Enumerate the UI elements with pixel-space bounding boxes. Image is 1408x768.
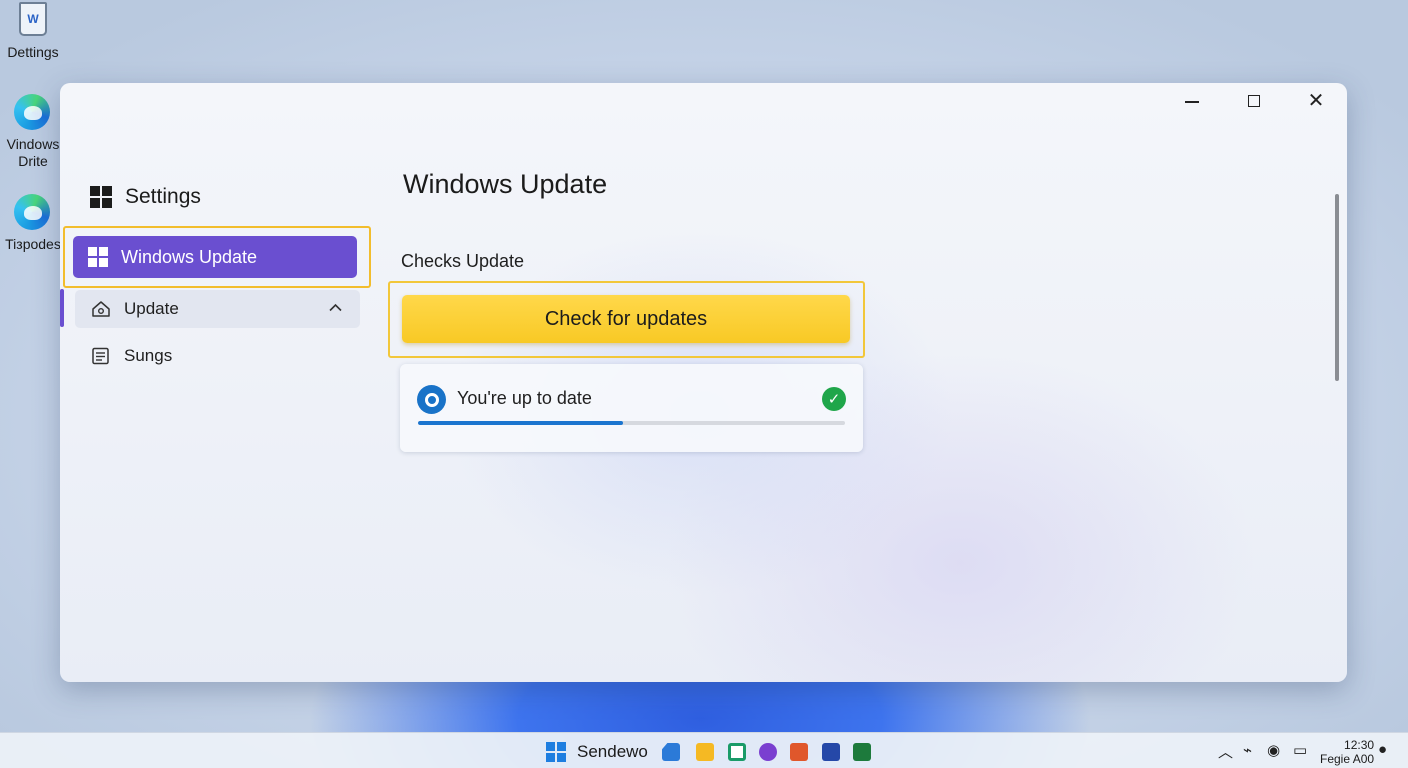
sidebar-item-sungs[interactable]: Sungs: [75, 337, 360, 375]
chevron-up-icon[interactable]: [329, 299, 342, 315]
photos-icon[interactable]: [822, 743, 840, 761]
edge-icon: [14, 194, 52, 232]
app-header: Settings: [90, 185, 201, 209]
edge-icon: [14, 94, 52, 132]
recycle-bin-icon: W: [14, 2, 52, 40]
check-circle-icon: ✓: [822, 387, 846, 411]
taskbar: Sendewo ︿ ⌁ ◉ ▭ 12:30 Fegie A00 ●: [0, 732, 1408, 768]
office-icon[interactable]: [790, 743, 808, 761]
update-search-icon: [417, 385, 446, 414]
volume-icon[interactable]: ◉: [1267, 741, 1280, 759]
media-icon[interactable]: [759, 743, 777, 761]
window-controls: ✕: [1161, 83, 1347, 119]
desktop-icon-label: Dettings: [7, 44, 59, 60]
home-icon: [91, 300, 111, 318]
folder-icon[interactable]: [696, 743, 714, 761]
windows-logo-icon: [88, 247, 108, 267]
sidebar-item-label: Windows Update: [121, 246, 258, 267]
xbox-icon[interactable]: [853, 743, 871, 761]
taskbar-search-label[interactable]: Sendewo: [577, 742, 648, 762]
progress-fill: [418, 421, 623, 425]
sidebar-item-label: Sungs: [124, 346, 173, 365]
store-icon[interactable]: [662, 743, 680, 761]
desktop-icon-edge[interactable]: Vindows Drite: [2, 94, 64, 170]
document-icon: [91, 347, 111, 365]
desktop-icon-label: Tiзpodes: [5, 236, 61, 252]
calendar-icon[interactable]: [728, 743, 746, 761]
desktop-icon-edge-2[interactable]: Tiзpodes: [2, 194, 64, 253]
minimize-icon: [1185, 101, 1199, 103]
sidebar-item-windows-update[interactable]: Windows Update: [73, 236, 357, 278]
network-icon[interactable]: ⌁: [1243, 741, 1252, 759]
clock-subtext: Fegie A00: [1320, 752, 1375, 766]
page-title: Windows Update: [403, 169, 608, 199]
update-status-card: You're up to date ✓: [400, 364, 863, 452]
maximize-icon: [1248, 95, 1260, 107]
settings-logo-icon: [90, 186, 112, 208]
tray-chevron-up-icon[interactable]: ︿: [1218, 741, 1233, 762]
clock-time: 12:30: [1344, 738, 1375, 752]
sidebar-item-label: Update: [124, 299, 179, 318]
maximize-button[interactable]: [1223, 83, 1285, 119]
sidebar-item-update[interactable]: Update: [75, 290, 360, 328]
minimize-button[interactable]: [1161, 83, 1223, 119]
battery-icon[interactable]: ▭: [1293, 741, 1307, 759]
progress-bar: [418, 421, 845, 425]
app-title: Settings: [125, 185, 201, 208]
status-text: You're up to date: [457, 388, 592, 408]
start-button[interactable]: [546, 742, 566, 762]
close-icon: ✕: [1307, 90, 1325, 112]
desktop-icon-recycle[interactable]: W Dettings: [2, 2, 64, 61]
check-for-updates-button[interactable]: Check for updates: [402, 295, 850, 343]
section-label: Checks Update: [401, 251, 525, 271]
close-button[interactable]: ✕: [1285, 83, 1347, 119]
desktop-icon-label: Vindows Drite: [6, 136, 60, 169]
clock[interactable]: 12:30 Fegie A00: [1320, 738, 1374, 766]
settings-window: ✕ Settings Windows Update Update Sungs W…: [60, 83, 1347, 682]
scrollbar[interactable]: [1335, 194, 1339, 381]
selection-indicator: [60, 289, 64, 327]
notification-icon[interactable]: ●: [1378, 741, 1387, 758]
